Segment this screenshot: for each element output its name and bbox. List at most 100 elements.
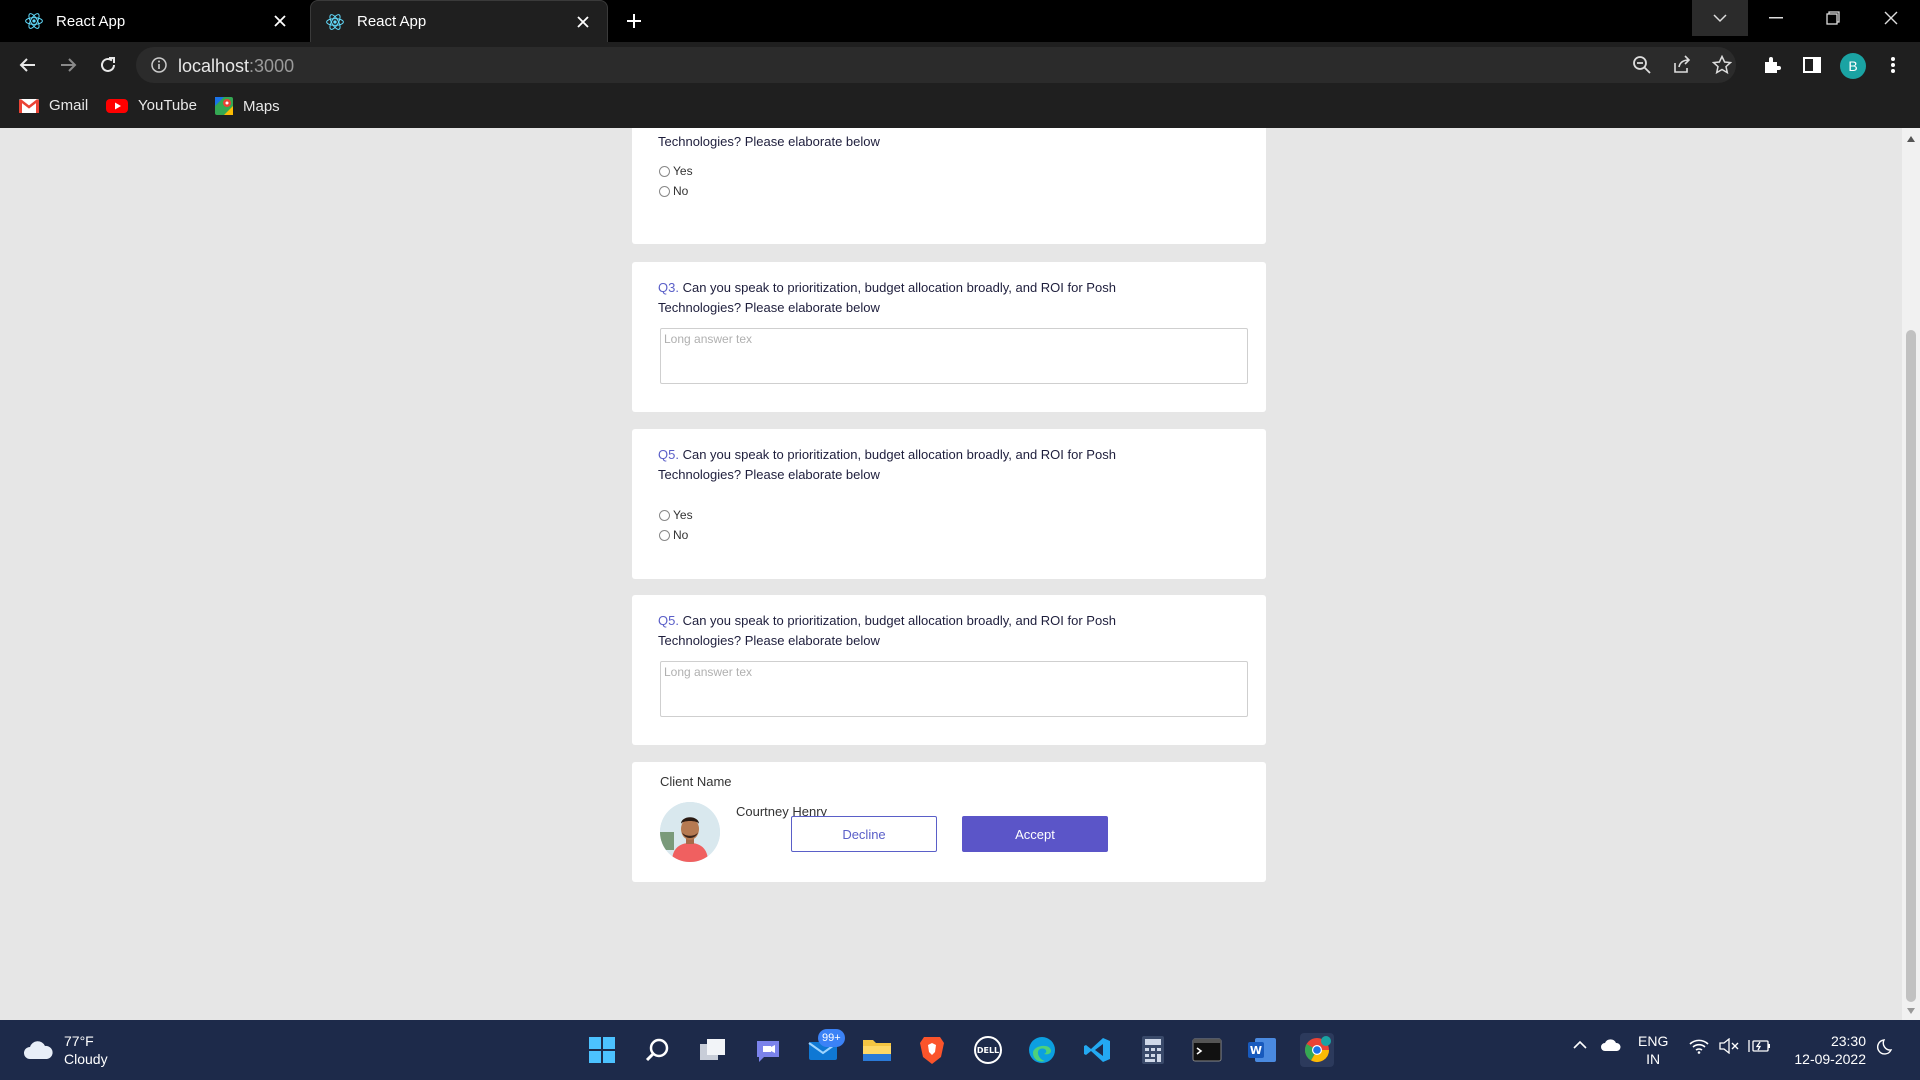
scroll-down-icon[interactable]: [1906, 1006, 1916, 1016]
close-tab-icon[interactable]: [573, 12, 593, 32]
forward-icon[interactable]: [54, 51, 82, 79]
question-body: Can you speak to prioritization, budget …: [658, 280, 1116, 315]
tab-title: React App: [357, 13, 427, 30]
task-view-icon[interactable]: [696, 1033, 730, 1067]
long-answer-input[interactable]: [660, 328, 1248, 384]
bookmark-star-icon[interactable]: [1711, 54, 1733, 76]
radio-no[interactable]: No: [659, 184, 688, 198]
tab-react-app-2[interactable]: React App: [310, 0, 608, 42]
radio-label: No: [673, 528, 689, 542]
radio-circle[interactable]: [659, 529, 670, 541]
battery-icon[interactable]: [1748, 1038, 1770, 1054]
terminal-icon[interactable]: [1190, 1033, 1224, 1067]
bookmark-gmail[interactable]: Gmail: [19, 97, 88, 114]
language-indicator[interactable]: ENG IN: [1638, 1032, 1668, 1068]
tab-search-icon[interactable]: [1692, 0, 1748, 36]
radio-label: No: [673, 184, 689, 198]
clock-date: 12-09-2022: [1794, 1051, 1866, 1067]
svg-text:W: W: [1250, 1044, 1262, 1057]
calculator-icon[interactable]: [1136, 1033, 1170, 1067]
new-tab-icon[interactable]: [623, 10, 645, 32]
dell-icon[interactable]: DELL: [971, 1033, 1005, 1067]
windows-start-icon[interactable]: [585, 1033, 619, 1067]
accept-button[interactable]: Accept: [962, 816, 1108, 852]
question-number: Q5.: [658, 613, 679, 628]
scroll-up-icon[interactable]: [1906, 134, 1916, 144]
file-explorer-icon[interactable]: [860, 1033, 894, 1067]
vscode-icon[interactable]: [1080, 1033, 1114, 1067]
bookmark-label: Maps: [243, 97, 280, 115]
zoom-icon[interactable]: [1631, 54, 1653, 76]
bookmark-youtube[interactable]: YouTube: [106, 97, 197, 114]
clock-time: 23:30: [1830, 1033, 1866, 1049]
back-icon[interactable]: [14, 51, 42, 79]
wifi-icon[interactable]: [1689, 1038, 1709, 1054]
client-label: Client Name: [660, 774, 732, 789]
volume-muted-icon[interactable]: [1719, 1038, 1739, 1054]
question-card-partial: Technologies? Please elaborate below Yes…: [632, 128, 1266, 244]
url-text: localhost:3000: [178, 56, 294, 77]
svg-text:DELL: DELL: [977, 1046, 999, 1055]
tray-overflow-icon[interactable]: [1572, 1040, 1588, 1050]
teams-chat-icon[interactable]: [751, 1033, 785, 1067]
menu-kebab-icon[interactable]: [1882, 54, 1904, 76]
page-scrollbar[interactable]: [1902, 128, 1920, 1020]
client-avatar: [660, 802, 720, 862]
radio-yes[interactable]: Yes: [659, 508, 693, 522]
profile-avatar[interactable]: B: [1840, 53, 1866, 79]
lang-region: IN: [1646, 1051, 1661, 1067]
decline-button[interactable]: Decline: [791, 816, 937, 852]
url-port: :3000: [249, 56, 295, 76]
radio-circle[interactable]: [659, 165, 670, 177]
page-viewport: Technologies? Please elaborate below Yes…: [0, 128, 1902, 1020]
close-window-icon[interactable]: [1863, 0, 1919, 36]
share-icon[interactable]: [1671, 54, 1693, 76]
bookmark-label: Gmail: [49, 97, 89, 114]
side-panel-icon[interactable]: [1801, 54, 1823, 76]
close-tab-icon[interactable]: [270, 11, 290, 31]
radio-no[interactable]: No: [659, 528, 688, 542]
windows-taskbar: 77°F Cloudy 99+ DELL W ENG IN 23:30 12-09-2…: [0, 1020, 1920, 1080]
reload-icon[interactable]: [94, 51, 122, 79]
client-card: Client Name Courtney Henry: [632, 762, 1266, 882]
brave-browser-icon[interactable]: [915, 1033, 949, 1067]
tab-bar: React App React App: [0, 0, 1920, 42]
weather-widget[interactable]: 77°F Cloudy: [22, 1032, 108, 1068]
tab-react-app-1[interactable]: React App: [10, 0, 304, 42]
word-icon[interactable]: W: [1245, 1033, 1279, 1067]
radio-circle[interactable]: [659, 185, 670, 197]
browser-toolbar: localhost:3000 B: [0, 42, 1920, 88]
question-body: Can you speak to prioritization, budget …: [658, 447, 1116, 482]
radio-circle[interactable]: [659, 509, 670, 521]
weather-text: 77°F Cloudy: [64, 1032, 108, 1068]
notifications-icon[interactable]: [1877, 1038, 1895, 1056]
bookmark-maps[interactable]: Maps: [215, 97, 280, 115]
onedrive-icon[interactable]: [1600, 1038, 1622, 1052]
address-bar[interactable]: localhost:3000: [136, 47, 1736, 83]
question-card-q5-text: Q5. Can you speak to prioritization, bud…: [632, 595, 1266, 745]
question-number: Q5.: [658, 447, 679, 462]
question-body: Can you speak to prioritization, budget …: [658, 613, 1116, 648]
minimize-icon[interactable]: [1748, 0, 1804, 36]
cloud-icon: [24, 1041, 53, 1059]
chrome-icon[interactable]: [1300, 1033, 1334, 1067]
system-clock[interactable]: 23:30 12-09-2022: [1790, 1032, 1866, 1068]
question-card-q5-radio: Q5. Can you speak to prioritization, bud…: [632, 429, 1266, 579]
question-text: Q5. Can you speak to prioritization, bud…: [658, 611, 1178, 651]
edge-browser-icon[interactable]: [1025, 1033, 1059, 1067]
radio-yes[interactable]: Yes: [659, 164, 693, 178]
radio-label: Yes: [673, 508, 693, 522]
gmail-icon: [19, 98, 39, 113]
site-info-icon[interactable]: [150, 56, 168, 79]
search-icon[interactable]: [641, 1033, 675, 1067]
question-text: Q5. Can you speak to prioritization, bud…: [658, 445, 1178, 485]
scrollbar-thumb[interactable]: [1906, 330, 1916, 1002]
person-avatar-icon: [660, 802, 720, 862]
tab-title: React App: [56, 12, 126, 30]
question-number: Q3.: [658, 280, 679, 295]
weather-condition: Cloudy: [64, 1051, 108, 1067]
extensions-icon[interactable]: [1761, 54, 1783, 76]
long-answer-input[interactable]: [660, 661, 1248, 717]
restore-icon[interactable]: [1805, 0, 1861, 36]
radio-label: Yes: [673, 164, 693, 178]
